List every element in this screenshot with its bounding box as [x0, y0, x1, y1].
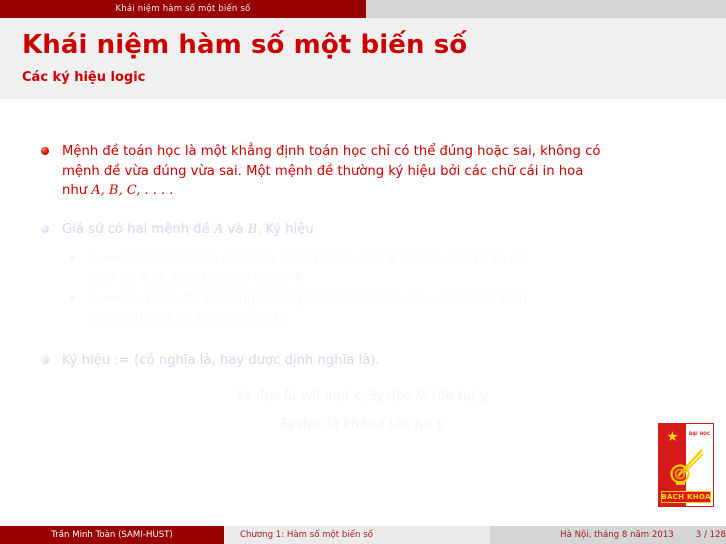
math-symbols: A, B, C, . . . .	[91, 183, 174, 198]
math-display-line-2: ∄y đọc là không tồn tại y.	[279, 417, 447, 432]
list-sub-item-line: có A và A là điều kiện đủ để có B.	[87, 270, 308, 286]
bullet-icon	[70, 296, 75, 301]
page-title: Khái niệm hàm số một biến số	[22, 30, 468, 60]
list-item-text: Giả sử có hai mệnh đề A và B. Ký hiệu	[62, 222, 314, 237]
list-item-text: Mệnh đề toán học là một khẳng định toán …	[62, 142, 717, 201]
bullet-icon	[41, 225, 49, 233]
list-sub-item-text: A ⟺ B: mệnh đề A tương đương với mệnh đề…	[87, 289, 717, 328]
nav-section-active[interactable]: Khái niệm hàm số một biến số	[0, 0, 366, 18]
nav-section-label: Khái niệm hàm số một biến số	[115, 4, 251, 14]
bullet-icon	[41, 356, 49, 364]
list-sub-item-text: A ⟹ B: từ mệnh đề A suy ra mệnh đề B, ha…	[87, 249, 717, 288]
slide-body: Mệnh đề toán học là một khẳng định toán …	[0, 99, 726, 518]
page-subtitle: Các ký hiệu logic	[22, 70, 146, 85]
hust-logo: ĐẠI HỌC BÁCH KHOA	[658, 423, 714, 507]
math-display-line-1: ∀x đọc là với mọi x, ∃y đọc là tồn tại y…	[236, 389, 490, 404]
compass-icon	[670, 449, 704, 485]
logo-banner-label: BÁCH KHOA	[661, 493, 711, 501]
math-symbol-a: A	[213, 222, 224, 237]
list-item-line: Mệnh đề toán học là một khẳng định toán …	[62, 144, 601, 159]
logo-banner: BÁCH KHOA	[661, 491, 711, 503]
footer-meta: Hà Nội, tháng 8 năm 2013 3 / 128	[490, 526, 726, 544]
list-item-line: mệnh đề vừa đúng vừa sai. Một mệnh đề th…	[62, 163, 584, 179]
slide-title-block: Khái niệm hàm số một biến số Các ký hiệu…	[0, 18, 726, 99]
bullet-icon	[41, 147, 49, 155]
list-sub-item-line: A ⟺ B: mệnh đề A tương đương với mệnh đề…	[87, 291, 528, 306]
list-sub-item-line: A ⟹ B: từ mệnh đề A suy ra mệnh đề B, ha…	[87, 251, 527, 266]
list-item-line: như A, B, C, . . . .	[62, 183, 174, 198]
footer-page-number: 3 / 128	[695, 530, 726, 540]
footer-chapter-label: Chương 1: Hàm số một biến số	[240, 530, 373, 540]
footer-bar: Trần Minh Toàn (SAMI-HUST) Chương 1: Hàm…	[0, 526, 726, 544]
footer-author[interactable]: Trần Minh Toàn (SAMI-HUST)	[0, 526, 224, 544]
logo-university-label: ĐẠI HỌC	[689, 431, 711, 436]
list-item-text: Ký hiệu := (có nghĩa là, hay được định n…	[62, 353, 380, 368]
footer-date-label: Hà Nội, tháng 8 năm 2013	[560, 530, 674, 540]
list-sub-item-line: cần và đủ để có B và ngược lại.	[87, 310, 294, 326]
footer-chapter[interactable]: Chương 1: Hàm số một biến số	[224, 526, 506, 544]
footer-author-label: Trần Minh Toàn (SAMI-HUST)	[51, 530, 173, 540]
navigation-bar: Khái niệm hàm số một biến số	[0, 0, 726, 18]
math-equivalence: A ⟺ B	[87, 291, 133, 306]
math-implication: A ⟹ B	[87, 251, 133, 266]
bullet-icon	[70, 256, 75, 261]
math-symbol-b: B	[247, 222, 258, 237]
